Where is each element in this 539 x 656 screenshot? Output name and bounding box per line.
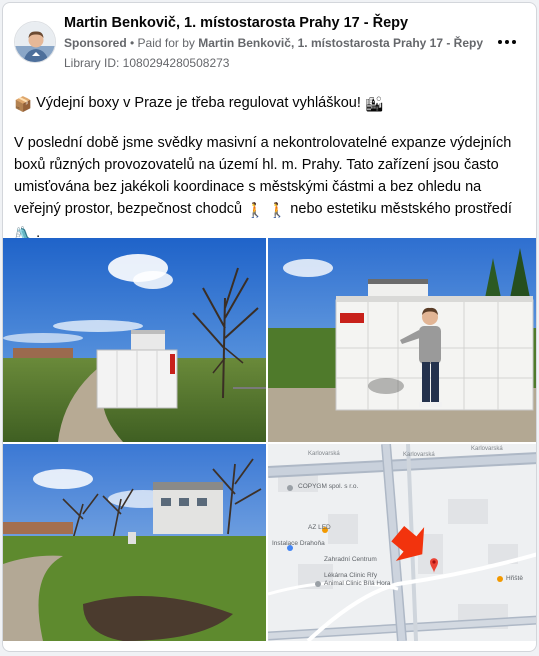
paid-for-prefix: • Paid for by <box>126 36 199 50</box>
map-place-label[interactable]: Animal Clinic Bílá Hora <box>324 580 390 587</box>
post-header: Martin Benkovič, 1. místostarosta Prahy … <box>3 3 536 81</box>
paid-for-name[interactable]: Martin Benkovič, 1. místostarosta Prahy … <box>198 36 483 50</box>
map-place-label[interactable]: Lékárna Clinic Rřy <box>324 572 377 579</box>
street-label: Karlovarská <box>403 452 435 458</box>
street-label: Karlovarská <box>308 451 340 457</box>
body-text-end: nebo estetiku městského prostředí <box>286 201 512 217</box>
sponsored-line: Sponsored • Paid for by Martin Benkovič,… <box>64 36 483 50</box>
more-dot-icon <box>512 40 516 44</box>
post-headline: 📦 Výdejní boxy v Praze je třeba regulova… <box>14 92 529 116</box>
map-place-label[interactable]: COPYGM spol. s r.o. <box>298 483 358 490</box>
sponsored-post-card: Martin Benkovič, 1. místostarosta Prahy … <box>2 2 537 652</box>
street-label: Karlovarská <box>471 446 503 452</box>
location-map[interactable]: Karlovarská Karlovarská Karlovarská COPY… <box>268 444 536 641</box>
photo-man-at-parcel-box[interactable] <box>268 238 536 442</box>
headline-text: Výdejní boxy v Praze je třeba regulovat … <box>32 95 365 111</box>
author-name[interactable]: Martin Benkovič, 1. místostarosta Prahy … <box>64 15 408 31</box>
author-avatar[interactable] <box>14 21 56 63</box>
photo-park-parcel-box[interactable] <box>3 238 266 442</box>
pedestrian-emoji-icon: 🚶 🚶 <box>246 203 287 219</box>
package-emoji-icon: 📦 <box>14 97 33 113</box>
cityscape-emoji-icon: 🏙 <box>364 97 384 113</box>
more-options-button[interactable] <box>496 33 518 51</box>
map-place-label[interactable]: Zahradní Centrum <box>324 556 377 563</box>
library-id: Library ID: 1080294280508273 <box>64 56 230 70</box>
map-place-label[interactable]: AZ LED <box>308 524 331 531</box>
more-dot-icon <box>505 40 509 44</box>
map-place-label[interactable]: Hřiště <box>506 575 523 582</box>
post-body: V poslední době jsme svědky masivní a ne… <box>14 132 529 246</box>
more-dot-icon <box>498 40 502 44</box>
photo-gallery: Karlovarská Karlovarská Karlovarská COPY… <box>3 238 536 641</box>
map-place-label[interactable]: Instalace Drahoňa <box>272 540 325 547</box>
sponsored-label: Sponsored <box>64 36 127 50</box>
photo-park-path[interactable] <box>3 444 266 641</box>
